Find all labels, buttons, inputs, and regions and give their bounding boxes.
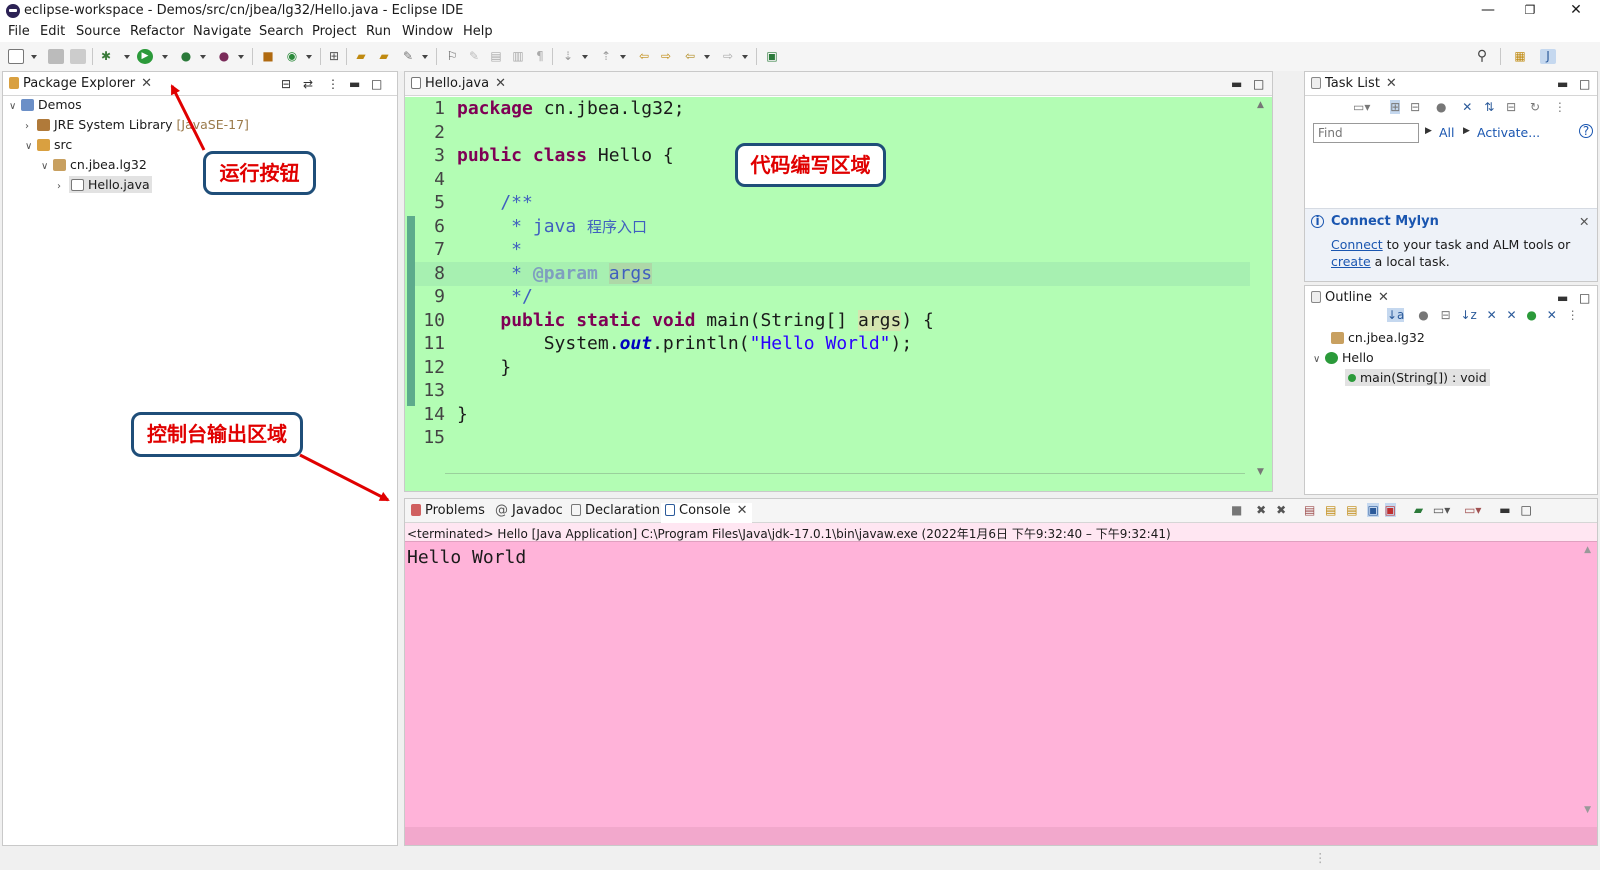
run-button-arrow [170,84,206,151]
console-area-arrow [299,453,390,502]
annotation-arrows [170,84,390,502]
